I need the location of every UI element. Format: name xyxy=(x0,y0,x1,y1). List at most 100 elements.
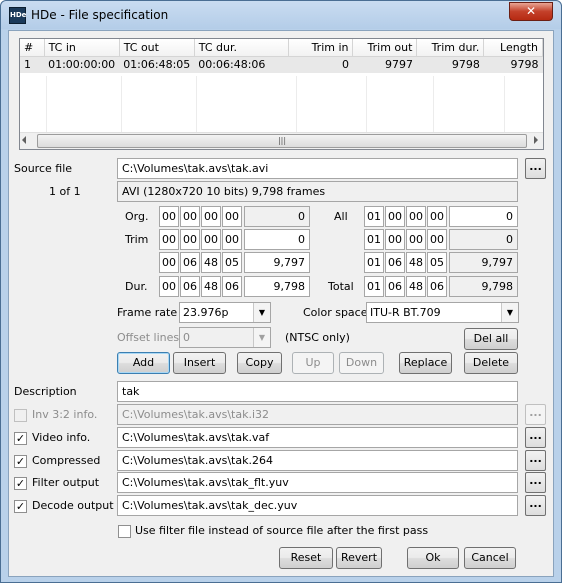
column-header-tc-in[interactable]: TC in xyxy=(44,39,120,57)
all-seconds[interactable]: 00 xyxy=(406,206,426,227)
all-frames[interactable]: 00 xyxy=(427,206,447,227)
scroll-thumb[interactable]: ||| xyxy=(37,134,527,148)
org-minutes[interactable]: 00 xyxy=(180,206,200,227)
column-header-trim-in[interactable]: Trim in xyxy=(288,39,354,57)
trim-out-frames[interactable]: 05 xyxy=(222,252,242,273)
all-trim-in-frames[interactable]: 00 xyxy=(427,229,447,250)
frame-rate-select[interactable]: 23.976p ▼ xyxy=(179,302,271,323)
all-trim-in-frame-count: 0 xyxy=(449,229,518,250)
compressed-label: Compressed xyxy=(32,454,101,467)
del-all-button[interactable]: Del all xyxy=(464,328,518,350)
all-trim-out-seconds[interactable]: 48 xyxy=(406,252,426,273)
cancel-button[interactable]: Cancel xyxy=(464,547,516,569)
close-button[interactable]: ✕ xyxy=(509,2,553,21)
chevron-down-icon[interactable]: ▼ xyxy=(253,303,270,322)
trim-in-frames[interactable]: 00 xyxy=(222,229,242,250)
org-frames[interactable]: 00 xyxy=(222,206,242,227)
inv32-label: Inv 3:2 info. xyxy=(32,408,98,421)
table-cell: 01:00:00:00 xyxy=(44,56,120,73)
all-trim-in-hours[interactable]: 01 xyxy=(364,229,384,250)
all-hours[interactable]: 01 xyxy=(364,206,384,227)
video-info-path-field[interactable]: C:\Volumes\tak.avs\tak.vaf xyxy=(117,427,518,448)
description-field[interactable]: tak xyxy=(117,381,518,402)
trim-out-seconds[interactable]: 48 xyxy=(201,252,221,273)
all-trim-out-minutes[interactable]: 06 xyxy=(385,252,405,273)
all-trim-out-hours[interactable]: 01 xyxy=(364,252,384,273)
file-counter: 1 of 1 xyxy=(49,185,81,198)
dur-seconds[interactable]: 48 xyxy=(201,276,221,297)
all-minutes[interactable]: 00 xyxy=(385,206,405,227)
filter-output-browse-button[interactable]: ... xyxy=(525,472,546,493)
trim-in-minutes[interactable]: 00 xyxy=(180,229,200,250)
dur-hours[interactable]: 00 xyxy=(159,276,179,297)
column-header-tc-out[interactable]: TC out xyxy=(119,39,195,57)
dur-minutes[interactable]: 06 xyxy=(180,276,200,297)
table-row[interactable]: 1 01:00:00:00 01:06:48:05 00:06:48:06 0 … xyxy=(20,56,543,73)
segment-list[interactable]: # TC in TC out TC dur. Trim in Trim out … xyxy=(19,38,544,150)
column-header-length[interactable]: Length xyxy=(483,39,543,57)
all-trim-out-frame-count: 9,797 xyxy=(449,252,518,273)
decode-output-path-field[interactable]: C:\Volumes\tak.avs\tak_dec.yuv xyxy=(117,495,518,516)
trim-in-frame-count[interactable]: 0 xyxy=(244,229,310,250)
frame-rate-value: 23.976p xyxy=(183,306,229,319)
column-header-trim-dur[interactable]: Trim dur. xyxy=(416,39,485,57)
all-frame-count[interactable]: 0 xyxy=(449,206,518,227)
total-frames[interactable]: 06 xyxy=(427,276,447,297)
decode-output-browse-button[interactable]: ... xyxy=(525,495,546,516)
all-trim-in-seconds[interactable]: 00 xyxy=(406,229,426,250)
dialog-body: # TC in TC out TC dur. Trim in Trim out … xyxy=(8,30,554,577)
all-trim-in-minutes[interactable]: 00 xyxy=(385,229,405,250)
video-info-checkbox[interactable]: ✓ xyxy=(14,432,27,445)
trim-out-frame-count[interactable]: 9,797 xyxy=(244,252,310,273)
table-cell: 1 xyxy=(20,56,45,73)
compressed-browse-button[interactable]: ... xyxy=(525,450,546,471)
filter-output-checkbox[interactable]: ✓ xyxy=(14,477,27,490)
offset-lines-label: Offset lines xyxy=(117,331,180,344)
org-frame-count: 0 xyxy=(244,206,310,227)
video-info-browse-button[interactable]: ... xyxy=(525,427,546,448)
column-header-number[interactable]: # xyxy=(20,39,45,57)
delete-button[interactable]: Delete xyxy=(464,352,518,374)
trim-in-hours[interactable]: 00 xyxy=(159,229,179,250)
video-info-label: Video info. xyxy=(32,431,91,444)
trim-out-minutes[interactable]: 06 xyxy=(180,252,200,273)
column-header-tc-dur[interactable]: TC dur. xyxy=(194,39,290,57)
dur-frame-count[interactable]: 9,798 xyxy=(244,276,310,297)
trim-in-seconds[interactable]: 00 xyxy=(201,229,221,250)
add-button[interactable]: Add xyxy=(117,352,170,374)
table-cell: 9798 xyxy=(416,56,484,73)
reset-button[interactable]: Reset xyxy=(279,547,333,569)
scroll-left-icon[interactable] xyxy=(22,136,26,144)
compressed-checkbox[interactable]: ✓ xyxy=(14,455,27,468)
total-label: Total xyxy=(328,280,354,293)
horizontal-scrollbar[interactable]: ||| xyxy=(20,132,543,149)
chevron-down-icon[interactable]: ▼ xyxy=(501,303,518,322)
dur-frames[interactable]: 06 xyxy=(222,276,242,297)
revert-button[interactable]: Revert xyxy=(336,547,382,569)
title-bar[interactable]: HDe HDe - File specification ✕ xyxy=(1,1,561,29)
total-hours[interactable]: 01 xyxy=(364,276,384,297)
filter-output-path-field[interactable]: C:\Volumes\tak.avs\tak_flt.yuv xyxy=(117,472,518,493)
replace-button[interactable]: Replace xyxy=(399,352,452,374)
use-filter-checkbox[interactable] xyxy=(118,525,131,538)
ntsc-note: (NTSC only) xyxy=(285,331,350,344)
source-file-field[interactable]: C:\Volumes\tak.avs\tak.avi xyxy=(117,158,518,179)
copy-button[interactable]: Copy xyxy=(237,352,282,374)
use-filter-label[interactable]: Use filter file instead of source file a… xyxy=(135,524,428,537)
org-seconds[interactable]: 00 xyxy=(201,206,221,227)
total-seconds[interactable]: 48 xyxy=(406,276,426,297)
offset-lines-value: 0 xyxy=(183,331,190,344)
org-hours[interactable]: 00 xyxy=(159,206,179,227)
trim-out-hours[interactable]: 00 xyxy=(159,252,179,273)
column-header-trim-out[interactable]: Trim out xyxy=(352,39,418,57)
compressed-path-field[interactable]: C:\Volumes\tak.avs\tak.264 xyxy=(117,450,518,471)
color-space-select[interactable]: ITU-R BT.709 ▼ xyxy=(366,302,519,323)
insert-button[interactable]: Insert xyxy=(173,352,226,374)
all-trim-out-frames[interactable]: 05 xyxy=(427,252,447,273)
scroll-right-icon[interactable] xyxy=(534,136,538,144)
source-browse-button[interactable]: ... xyxy=(525,158,546,179)
color-space-label: Color space xyxy=(303,306,368,319)
ok-button[interactable]: Ok xyxy=(407,547,459,569)
total-minutes[interactable]: 06 xyxy=(385,276,405,297)
decode-output-checkbox[interactable]: ✓ xyxy=(14,500,27,513)
